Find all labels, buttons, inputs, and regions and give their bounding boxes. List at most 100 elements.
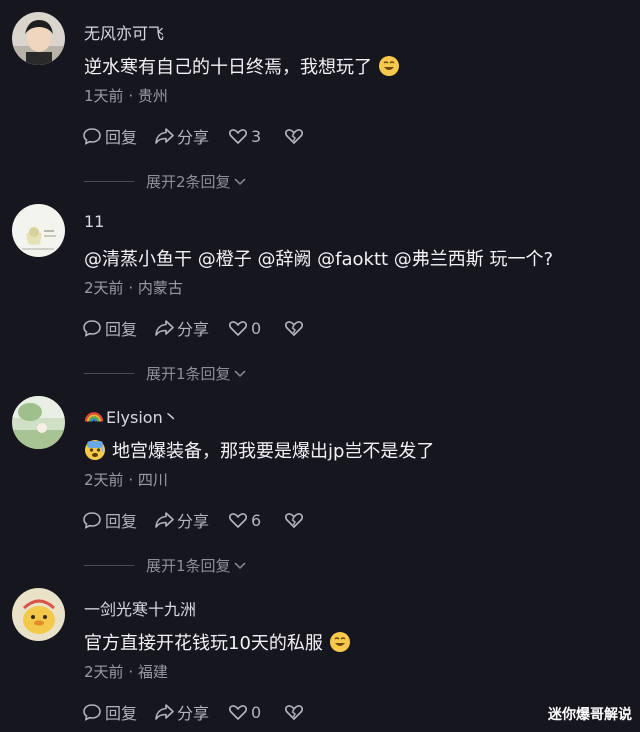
divider xyxy=(84,564,134,566)
expand-replies-button[interactable]: 展开2条回复 xyxy=(84,170,247,192)
comment-location: 福建 xyxy=(137,663,168,681)
username[interactable]: 无风亦可飞 xyxy=(84,20,164,44)
share-icon xyxy=(155,512,174,528)
rainbow-icon xyxy=(84,406,104,426)
dislike-button[interactable] xyxy=(284,316,308,340)
comment-text: 逆水寒有自己的十日终焉，我想玩了 xyxy=(84,53,400,79)
comment-text-body: 逆水寒有自己的十日终焉，我想玩了 xyxy=(84,57,372,78)
expand-replies-button[interactable]: 展开1条回复 xyxy=(84,362,247,384)
comment-item: Elysion丶 地宫爆装备，那我要是爆出jp岂不是发了 2天前 · 四川 回复… xyxy=(0,384,640,576)
heart-icon xyxy=(229,513,247,528)
share-icon xyxy=(155,704,174,720)
username-text: Elysion丶 xyxy=(106,408,179,427)
chevron-down-icon xyxy=(234,370,246,378)
comment-meta: 2天前 · 内蒙古 xyxy=(84,277,183,298)
dislike-button[interactable] xyxy=(284,124,308,148)
dislike-button[interactable] xyxy=(284,508,308,532)
comment-actions: 回复 分享 6 xyxy=(82,508,308,532)
expand-label: 展开2条回复 xyxy=(146,172,231,191)
broken-heart-icon xyxy=(285,513,303,528)
comment-text-body: @清蒸小鱼干 @橙子 @辞阙 @faoktt @弗兰西斯 玩一个? xyxy=(84,249,554,270)
reply-icon xyxy=(83,704,101,721)
reply-label: 回复 xyxy=(105,128,138,147)
chevron-down-icon xyxy=(234,178,246,186)
meta-separator: · xyxy=(128,663,138,681)
username[interactable]: Elysion丶 xyxy=(84,404,179,428)
reply-label: 回复 xyxy=(105,704,138,723)
share-button[interactable]: 分享 xyxy=(154,508,228,532)
like-count: 0 xyxy=(251,702,262,722)
comment-meta: 2天前 · 四川 xyxy=(84,469,168,490)
divider xyxy=(84,180,134,182)
share-label: 分享 xyxy=(177,128,210,147)
comment-list: 无风亦可飞 逆水寒有自己的十日终焉，我想玩了 1天前 · 贵州 回复 分享 3 xyxy=(0,0,640,732)
expand-replies-button[interactable]: 展开1条回复 xyxy=(84,554,247,576)
meta-separator: · xyxy=(128,471,138,489)
comment-time: 2天前 xyxy=(84,471,124,489)
chevron-down-icon xyxy=(234,562,246,570)
reply-button[interactable]: 回复 xyxy=(82,316,154,340)
comment-location: 内蒙古 xyxy=(137,279,183,297)
comment-item: 无风亦可飞 逆水寒有自己的十日终焉，我想玩了 1天前 · 贵州 回复 分享 3 xyxy=(0,0,640,192)
comment-meta: 1天前 · 贵州 xyxy=(84,85,168,106)
heart-icon xyxy=(229,129,247,144)
reply-button[interactable]: 回复 xyxy=(82,124,154,148)
anxious-sweat-emoji xyxy=(84,439,106,461)
comment-text: 地宫爆装备，那我要是爆出jp岂不是发了 xyxy=(84,437,434,463)
reply-icon xyxy=(83,128,101,145)
share-button[interactable]: 分享 xyxy=(154,124,228,148)
share-button[interactable]: 分享 xyxy=(154,700,228,724)
dislike-button[interactable] xyxy=(284,700,308,724)
comment-text: 官方直接开花钱玩10天的私服 xyxy=(84,629,351,655)
comment-item: 11 @清蒸小鱼干 @橙子 @辞阙 @faoktt @弗兰西斯 玩一个? 2天前… xyxy=(0,192,640,384)
avatar[interactable] xyxy=(12,12,65,65)
broken-heart-icon xyxy=(285,705,303,720)
avatar[interactable] xyxy=(12,204,65,257)
share-label: 分享 xyxy=(177,704,210,723)
meta-separator: · xyxy=(128,87,138,105)
comment-text-body: 官方直接开花钱玩10天的私服 xyxy=(84,633,323,654)
comment-meta: 2天前 · 福建 xyxy=(84,661,168,682)
meta-separator: · xyxy=(128,279,138,297)
comment-text: @清蒸小鱼干 @橙子 @辞阙 @faoktt @弗兰西斯 玩一个? xyxy=(84,245,553,271)
share-icon xyxy=(155,128,174,144)
reply-label: 回复 xyxy=(105,512,138,531)
like-button[interactable]: 6 xyxy=(228,508,284,532)
like-count: 0 xyxy=(251,318,262,338)
comment-location: 贵州 xyxy=(137,87,168,105)
reply-button[interactable]: 回复 xyxy=(82,700,154,724)
share-button[interactable]: 分享 xyxy=(154,316,228,340)
comment-item: 一剑光寒十九洲 官方直接开花钱玩10天的私服 2天前 · 福建 回复 分享 0 xyxy=(0,576,640,732)
heart-icon xyxy=(229,321,247,336)
grin-emoji xyxy=(378,55,400,77)
grin-emoji xyxy=(329,631,351,653)
watermark: 迷你爆哥解说 xyxy=(548,707,632,723)
like-button[interactable]: 3 xyxy=(228,124,284,148)
reply-button[interactable]: 回复 xyxy=(82,508,154,532)
expand-label: 展开1条回复 xyxy=(146,556,231,575)
comment-actions: 回复 分享 0 xyxy=(82,700,308,724)
reply-icon xyxy=(83,320,101,337)
like-button[interactable]: 0 xyxy=(228,316,284,340)
comment-text-body: 地宫爆装备，那我要是爆出jp岂不是发了 xyxy=(112,441,435,462)
username[interactable]: 11 xyxy=(84,212,104,231)
heart-icon xyxy=(229,705,247,720)
reply-label: 回复 xyxy=(105,320,138,339)
avatar[interactable] xyxy=(12,396,65,449)
share-label: 分享 xyxy=(177,320,210,339)
comment-location: 四川 xyxy=(137,471,168,489)
comment-time: 2天前 xyxy=(84,279,124,297)
comment-actions: 回复 分享 3 xyxy=(82,124,308,148)
share-icon xyxy=(155,320,174,336)
avatar[interactable] xyxy=(12,588,65,641)
like-button[interactable]: 0 xyxy=(228,700,284,724)
like-count: 6 xyxy=(251,510,262,530)
like-count: 3 xyxy=(251,126,262,146)
broken-heart-icon xyxy=(285,129,303,144)
expand-label: 展开1条回复 xyxy=(146,364,231,383)
divider xyxy=(84,372,134,374)
comment-actions: 回复 分享 0 xyxy=(82,316,308,340)
share-label: 分享 xyxy=(177,512,210,531)
username[interactable]: 一剑光寒十九洲 xyxy=(84,596,196,620)
comment-time: 1天前 xyxy=(84,87,124,105)
